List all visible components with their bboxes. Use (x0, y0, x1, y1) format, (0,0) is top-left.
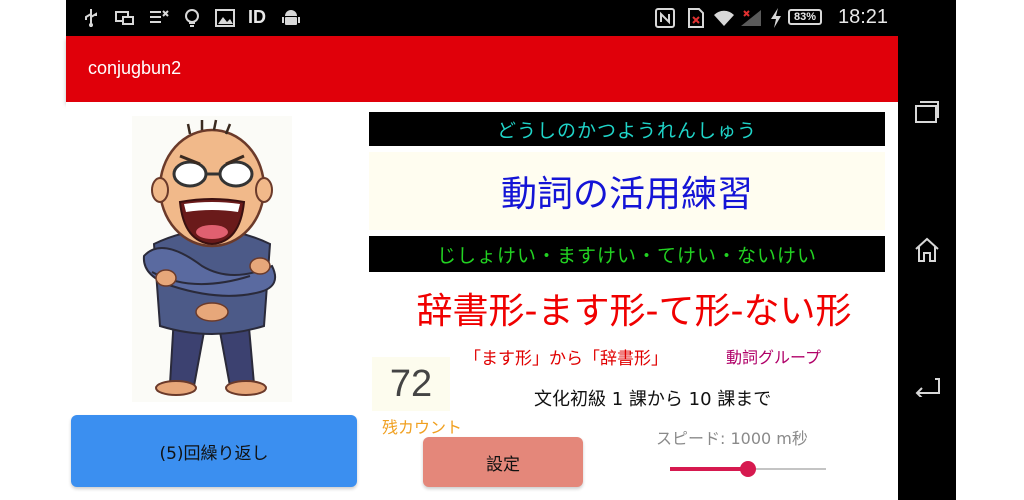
repeat-count-button[interactable]: (5)回繰り返し (71, 415, 357, 487)
remaining-count-label: 残カウント (382, 418, 463, 437)
status-bar: ID 83% 18:21 (66, 0, 956, 36)
image-icon (214, 8, 236, 28)
app-title: conjugbun2 (88, 58, 182, 78)
android-icon (280, 8, 302, 28)
clock: 18:21 (838, 6, 889, 28)
teacher-illustration (132, 116, 292, 402)
charging-icon (768, 8, 784, 28)
wifi-icon (712, 8, 736, 28)
forms-title: 辞書形-ます形-て形-ない形 (416, 291, 852, 332)
navigation-bar (898, 36, 956, 500)
conjugation-direction: 「ます形」から「辞書形」 (464, 349, 668, 369)
app-bar: conjugbun2 (66, 36, 898, 102)
settings-button[interactable]: 設定 (423, 437, 583, 487)
speed-label: スピード: 1000 m秒 (656, 429, 808, 448)
bulb-icon (182, 8, 202, 28)
left-margin (0, 0, 66, 500)
recents-icon[interactable] (907, 92, 947, 132)
sim-icon (686, 8, 706, 28)
title-reading: どうしのかつようれんしゅう (369, 112, 885, 146)
nfc-icon (654, 8, 676, 28)
remaining-count: 72 (372, 357, 450, 411)
usb-icon (82, 8, 100, 28)
device-screen: ID 83% 18:21 conjugbun2 (5)回繰り返し どうしのかつよ… (66, 0, 956, 500)
page-title: 動詞の活用練習 (369, 152, 885, 230)
battery-indicator: 83% (788, 9, 822, 25)
main-content: (5)回繰り返し どうしのかつようれんしゅう 動詞の活用練習 じしょけい・ますけ… (66, 102, 898, 500)
signal-icon (738, 8, 764, 28)
back-icon[interactable] (907, 366, 947, 406)
screen-cast-icon (114, 8, 136, 28)
debug-icon (148, 8, 170, 28)
home-icon[interactable] (907, 230, 947, 270)
forms-reading: じしょけい・ますけい・てけい・ないけい (369, 236, 885, 272)
slider-fill (670, 467, 748, 471)
verb-group-label: 動詞グループ (726, 348, 822, 367)
lesson-range: 文化初級 1 課から 10 課まで (534, 389, 772, 410)
slider-thumb[interactable] (740, 461, 756, 477)
id-label: ID (248, 7, 266, 27)
speed-slider[interactable] (670, 457, 826, 481)
